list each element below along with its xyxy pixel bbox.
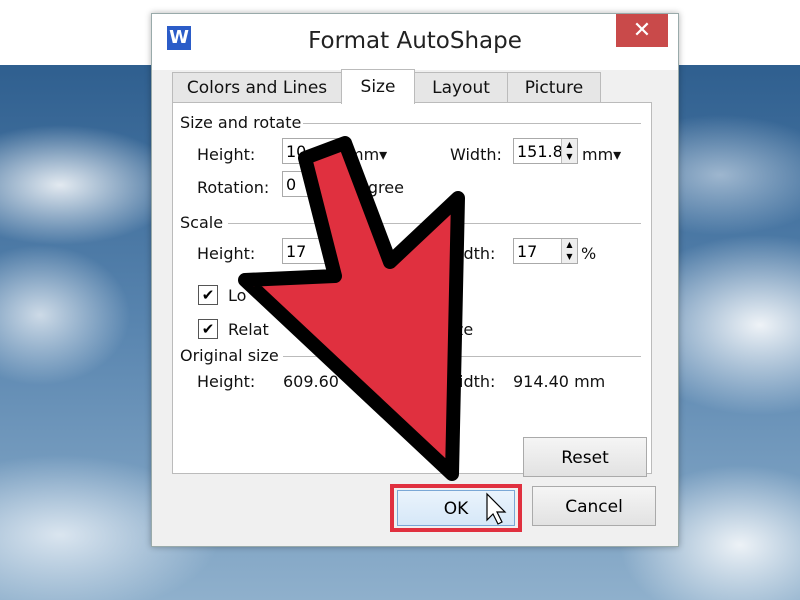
tab-size[interactable]: Size bbox=[341, 69, 415, 104]
mouse-cursor-icon bbox=[486, 492, 507, 525]
red-arrow-icon bbox=[238, 136, 465, 481]
